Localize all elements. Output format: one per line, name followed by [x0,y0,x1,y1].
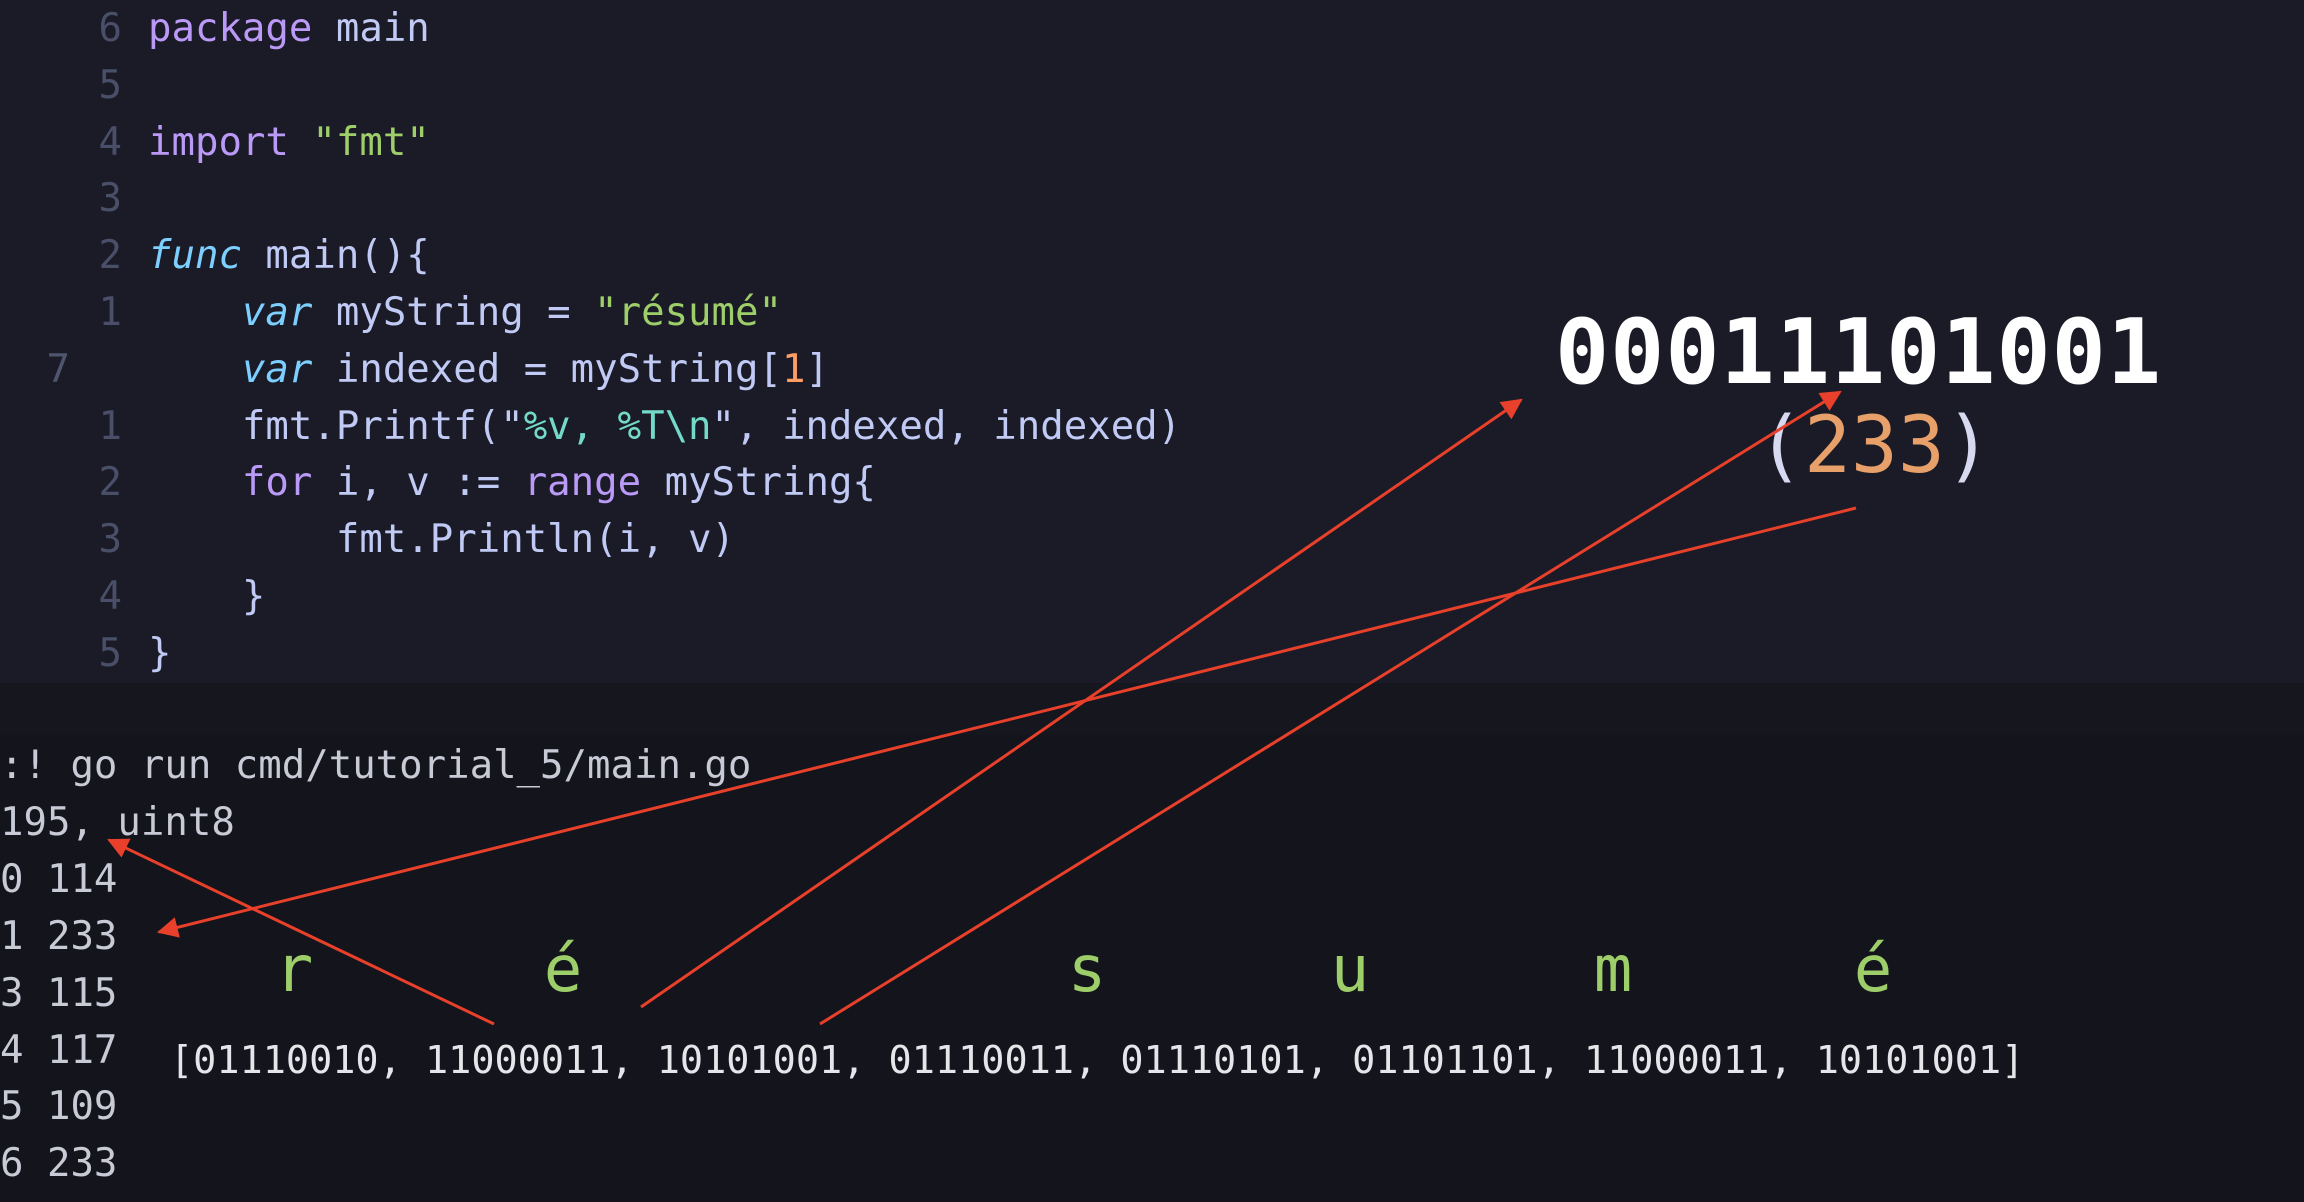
code-token: i, v := [312,460,524,506]
code-token: } [148,574,266,619]
line-number: 3 [98,176,122,222]
code-text: for i, v := range myString{ [148,454,876,511]
code-text: package main [148,0,430,57]
paren-open: ( [1757,401,1804,491]
code-token: indexed = myString[ [312,346,782,392]
code-token: } [148,630,172,676]
code-token: import [148,119,289,165]
line-number: 3 [98,517,122,563]
terminal-output-line: 0 114 [0,856,118,902]
code-token: myString{ [641,460,876,506]
code-token: %v, %T\n [523,403,712,449]
line-number: 5 [98,630,122,676]
terminal-output-line: 3 115 [0,970,118,1016]
terminal-output-line: 5 109 [0,1084,118,1130]
paren-close: ) [1944,401,1992,491]
decimal-value: (233) [1757,400,1992,492]
line-number: 4 [98,574,122,619]
line-number: 2 [98,233,122,279]
code-token: main(){ [241,233,430,279]
code-token: var [241,346,313,392]
letter-label: m [1593,933,1633,1007]
code-text: import "fmt" [148,114,430,171]
code-token: package [148,6,313,51]
code-token: func [148,233,242,279]
letter-label: s [1067,933,1107,1007]
code-token: fmt.Println(i, v) [148,517,735,563]
code-token: "fmt" [312,119,430,165]
terminal-command: :! go run cmd/tutorial_5/main.go [0,743,752,788]
letter-label: u [1330,933,1370,1007]
code-text: } [148,568,266,625]
code-token: for [241,460,313,506]
byte-array: [01110010, 11000011, 10101001, 01110011,… [170,1038,2025,1083]
terminal-output: :! go run cmd/tutorial_5/main.go 195, uin… [0,735,2304,1202]
line-number: 6 [98,6,122,51]
terminal-output-line: 1 233 [0,913,118,959]
code-text: func main(){ [148,227,430,284]
code-token: 1 [781,346,806,392]
code-token: var [241,290,313,335]
code-token: fmt.Printf(" [148,403,524,449]
line-number: 2 [98,460,122,506]
terminal-output-line: 6 233 [0,1141,118,1187]
code-token: range [523,460,642,506]
code-text: var indexed = myString[1] [148,341,829,398]
line-number: 1 [98,403,122,449]
decimal-number: 233 [1803,401,1945,491]
line-number: 1 [98,290,122,335]
code-token: ] [805,346,829,392]
code-token: "résumé" [594,290,782,335]
code-text: var myString = "résumé" [148,284,782,341]
terminal-output-line: 4 117 [0,1027,118,1073]
code-text: } [148,625,171,682]
letter-label: r [274,933,314,1007]
letter-label: é [543,933,583,1007]
code-text: fmt.Println(i, v) [148,511,735,568]
line-number: 7 [46,346,70,392]
binary-value: 00011101001 [1555,300,2163,405]
line-number: 4 [98,119,122,165]
code-text: fmt.Printf("%v, %T\n", indexed, indexed) [148,398,1181,455]
terminal-output-line: 195, uint8 [0,799,235,845]
code-token: myString = [312,290,595,335]
code-token: ", indexed, indexed) [711,403,1182,449]
line-number: 5 [98,62,122,108]
letter-label: é [1853,933,1893,1007]
code-token: main [312,6,430,51]
status-bar-separator [0,683,2304,735]
